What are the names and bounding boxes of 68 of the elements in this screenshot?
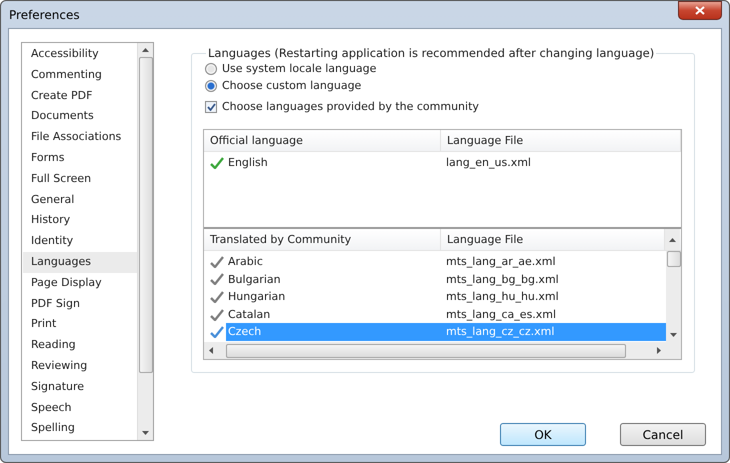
category-item[interactable]: History [23,210,137,232]
language-name: Czech [226,323,441,341]
language-row[interactable]: English lang_en_us.xml [204,154,681,172]
checkmark-icon [210,156,224,169]
category-item[interactable]: Page Display [23,272,137,294]
category-item[interactable]: Full Screen [23,168,137,190]
language-file: lang_en_us.xml [445,155,532,171]
option-label: Choose languages provided by the community [222,100,479,113]
category-item[interactable]: Spelling [23,418,137,440]
language-name: Catalan [227,306,272,323]
language-file: mts_lang_cz_cz.xml [441,323,666,341]
window-title: Preferences [8,8,80,22]
checkmark-icon [210,256,224,268]
language-name: Hungarian [227,289,286,306]
scroll-down-icon [670,333,677,337]
scrollbar[interactable] [137,43,153,440]
checkmark-icon [210,273,224,286]
checkbox[interactable] [205,100,217,112]
scroll-down-icon [142,431,149,435]
language-file: mts_lang_bg_bg.xml [445,272,560,288]
scroll-right-icon [657,347,661,354]
close-icon [695,6,705,15]
option-label: Choose custom language [222,79,362,92]
category-item[interactable]: Accessibility [23,44,137,65]
horizontal-scrollbar[interactable] [204,342,681,359]
category-item[interactable]: PDF Sign [23,294,137,314]
category-item[interactable]: Commenting [23,64,137,86]
category-item[interactable]: Forms [23,148,137,169]
scroll-thumb[interactable] [666,251,680,267]
column-header[interactable]: Official language [204,130,441,151]
checkmark-icon [210,290,224,303]
language-row[interactable]: Catalan mts_lang_ca_es.xml [204,306,666,324]
dialog-button[interactable]: Cancel [620,423,706,446]
checkmark-icon [210,326,224,338]
close-button[interactable] [678,1,722,20]
category-item[interactable]: Create PDF [23,86,137,106]
option-label: Use system locale language [222,62,376,75]
language-name: English [227,155,269,171]
radio-button[interactable] [205,62,217,74]
category-item[interactable]: General [23,190,137,210]
category-item[interactable]: Identity [23,231,137,252]
checkmark-icon [210,308,224,321]
language-file: mts_lang_ca_es.xml [445,306,558,323]
dialog-button[interactable]: OK [500,423,586,446]
column-header[interactable]: Language File [441,130,681,151]
language-name: Bulgarian [227,272,282,288]
group-title: Languages (Restarting application is recommended after changing language) [207,46,656,60]
language-file: mts_lang_ar_ae.xml [445,254,557,270]
category-item[interactable]: Reviewing [23,356,137,377]
category-item[interactable]: File Associations [23,127,137,148]
category-item[interactable]: Reading [23,335,137,356]
scroll-thumb[interactable] [226,344,626,358]
scroll-up-icon [142,48,149,52]
category-item[interactable]: Print [23,314,137,336]
column-header[interactable]: Translated by Community [204,229,441,250]
language-name: Arabic [227,254,264,270]
category-item[interactable]: Documents [23,106,137,128]
category-item[interactable]: Speech [23,398,137,418]
language-row[interactable]: Arabic mts_lang_ar_ae.xml [204,253,666,271]
language-row[interactable]: Bulgarian mts_lang_bg_bg.xml [204,270,666,288]
scroll-up-icon [669,238,676,242]
language-file: mts_lang_hu_hu.xml [445,289,560,306]
scroll-thumb[interactable] [138,57,152,373]
category-item[interactable]: Signature [23,376,137,398]
category-item[interactable]: Languages [23,252,137,273]
radio-button[interactable] [205,80,217,92]
language-row[interactable]: Hungarian mts_lang_hu_hu.xml [204,288,666,306]
scroll-left-icon [209,347,213,354]
